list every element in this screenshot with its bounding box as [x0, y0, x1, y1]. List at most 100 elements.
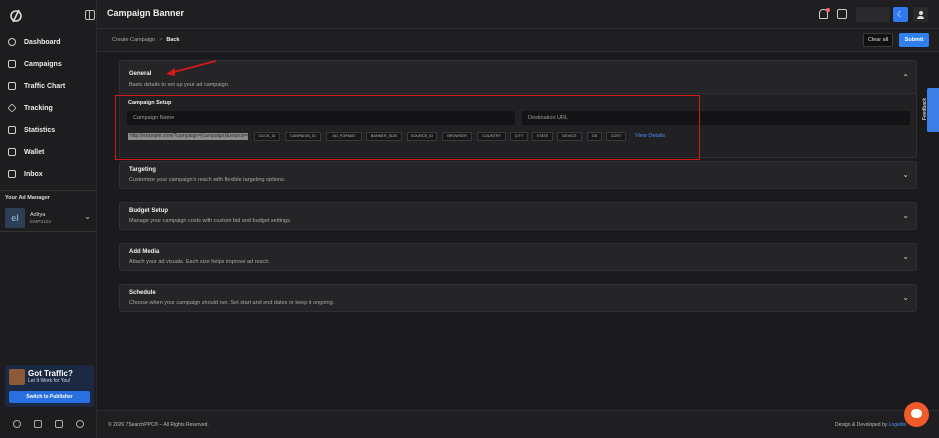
annotation-arrow-icon: [166, 60, 217, 76]
publisher-promo: Got Traffic? Let It Work for You! Switch…: [5, 365, 94, 407]
notification-dot: [826, 8, 830, 12]
feedback-label: Feedback: [921, 98, 928, 120]
add-media-section[interactable]: Add Media Attach your ad visuals. Each s…: [119, 243, 917, 271]
sidebar-item-label: Campaigns: [24, 60, 62, 68]
ad-manager-id: EMP3104: [30, 219, 52, 225]
logo-icon[interactable]: [8, 8, 24, 24]
sidebar-item-traffic-chart[interactable]: Traffic Chart: [0, 75, 96, 97]
feedback-tab[interactable]: Feedback: [922, 88, 939, 132]
phone-icon[interactable]: [12, 420, 21, 428]
chevron-down-icon[interactable]: ⌄: [902, 293, 909, 302]
user-icon[interactable]: [913, 7, 928, 22]
info-icon[interactable]: [75, 420, 84, 428]
sidebar-item-label: Dashboard: [24, 38, 61, 46]
tag-campaign-id[interactable]: CAMPAIGN_ID: [285, 132, 321, 141]
ad-manager-row[interactable]: el Aditya EMP3104 ⌄: [5, 207, 93, 229]
tag-device[interactable]: DEVICE: [557, 132, 582, 141]
balance-box[interactable]: [856, 7, 890, 22]
theme-toggle-icon[interactable]: ☾: [893, 7, 908, 22]
chat-icon[interactable]: [904, 402, 929, 427]
sidebar-item-label: Traffic Chart: [24, 82, 66, 90]
page-title: Campaign Banner: [107, 8, 185, 18]
copyright-text: © 2026 7SearchPPC® – All Rights Reserved…: [108, 422, 209, 428]
sidebar: Dashboard Campaigns Traffic Chart Tracki…: [0, 0, 97, 438]
section-description: Basic details to set up your ad campaign…: [129, 82, 230, 88]
section-title: Add Media: [129, 249, 160, 255]
tag-banner-size[interactable]: BANNER_SIZE: [366, 132, 402, 141]
campaign-icon: [8, 60, 16, 68]
campaign-setup-title: Campaign Setup: [128, 100, 172, 106]
tag-browser[interactable]: BROWSER: [442, 132, 472, 141]
credit-brand-link[interactable]: Logelite: [889, 422, 907, 428]
section-description: Customize your campaign's reach with fle…: [129, 177, 286, 183]
sidebar-nav: Dashboard Campaigns Traffic Chart Tracki…: [0, 31, 96, 185]
tag-city[interactable]: CITY: [510, 132, 528, 141]
tracking-icon: [7, 103, 17, 113]
promo-title: Got Traffic?: [28, 369, 73, 378]
sidebar-item-inbox[interactable]: Inbox: [0, 163, 96, 185]
clear-all-button[interactable]: Clear all: [863, 33, 893, 47]
sidebar-item-statistics[interactable]: Statistics: [0, 119, 96, 141]
sidebar-item-wallet[interactable]: Wallet: [0, 141, 96, 163]
breadcrumb-separator: >: [159, 37, 163, 43]
promo-subtitle: Let It Work for You!: [28, 378, 71, 384]
ad-manager-panel: Your Ad Manager el Aditya EMP3104 ⌄: [0, 190, 96, 232]
top-bar: Campaign Banner ☾: [97, 0, 939, 29]
action-bar: Create Campaign > Back Clear all Submit: [97, 29, 939, 52]
breadcrumb-parent[interactable]: Create Campaign: [112, 37, 155, 43]
wallet-icon: [8, 148, 16, 156]
sidebar-item-label: Inbox: [24, 170, 43, 178]
inbox-icon: [8, 170, 16, 178]
view-details-link[interactable]: View Details: [635, 133, 665, 139]
breadcrumb-back[interactable]: Back: [166, 37, 179, 43]
credit-text: Design & Developed by Logelite: [835, 422, 906, 428]
section-title: Budget Setup: [129, 208, 168, 214]
targeting-section[interactable]: Targeting Customize your campaign's reac…: [119, 161, 917, 189]
credit-label: Design & Developed by: [835, 422, 889, 428]
tag-country[interactable]: COUNTRY: [477, 132, 506, 141]
sidebar-footer: [0, 414, 96, 434]
mail-icon[interactable]: [33, 420, 42, 428]
section-description: Choose when your campaign should run. Se…: [129, 300, 335, 306]
campaign-setup-panel: Campaign Setup Campaign Name Destination…: [119, 93, 917, 158]
campaign-name-input[interactable]: Campaign Name: [127, 111, 515, 125]
section-description: Attach your ad visuals. Each size helps …: [129, 259, 270, 265]
sidebar-collapse-icon[interactable]: [85, 10, 95, 20]
url-template-text: http://example.com/?campaign={campaign}&…: [128, 133, 248, 140]
section-title: Schedule: [129, 290, 156, 296]
avatar: el: [5, 208, 25, 228]
budget-setup-section[interactable]: Budget Setup Manage your campaign costs …: [119, 202, 917, 230]
switch-to-publisher-button[interactable]: Switch to Publisher: [9, 391, 90, 403]
section-description: Manage your campaign costs with custom b…: [129, 218, 292, 224]
schedule-section[interactable]: Schedule Choose when your campaign shoul…: [119, 284, 917, 312]
footer: © 2026 7SearchPPC® – All Rights Reserved…: [97, 410, 939, 438]
tag-cost[interactable]: COST: [606, 132, 626, 141]
tag-os[interactable]: OS: [587, 132, 602, 141]
sidebar-item-campaigns[interactable]: Campaigns: [0, 53, 96, 75]
tag-state[interactable]: STATE: [532, 132, 553, 141]
scan-icon[interactable]: [837, 9, 847, 19]
chevron-down-icon[interactable]: ⌄: [902, 170, 909, 179]
tag-click-id[interactable]: CLICK_ID: [254, 132, 280, 141]
sidebar-item-label: Wallet: [24, 148, 45, 156]
chevron-down-icon[interactable]: ⌄: [902, 252, 909, 261]
submit-button[interactable]: Submit: [899, 33, 929, 47]
general-section[interactable]: General Basic details to set up your ad …: [119, 60, 917, 94]
tag-source-id[interactable]: SOURCE_ID: [407, 132, 437, 141]
chart-icon: [8, 82, 16, 90]
sidebar-item-dashboard[interactable]: Dashboard: [0, 31, 96, 53]
chevron-up-icon[interactable]: ⌃: [902, 73, 909, 82]
telegram-icon[interactable]: [54, 420, 63, 428]
home-icon: [8, 38, 16, 46]
statistics-icon: [8, 126, 16, 134]
chevron-down-icon[interactable]: ⌄: [902, 211, 909, 220]
promo-image: [9, 369, 25, 385]
sidebar-item-label: Statistics: [24, 126, 56, 134]
breadcrumb: Create Campaign > Back: [112, 37, 179, 43]
destination-url-input[interactable]: Destination URL: [522, 111, 910, 125]
chevron-down-icon[interactable]: ⌄: [84, 212, 91, 221]
tag-ad-format[interactable]: AD_FORMAT: [326, 132, 362, 141]
sidebar-item-tracking[interactable]: Tracking: [0, 97, 96, 119]
sidebar-item-label: Tracking: [24, 104, 53, 112]
ad-manager-title: Your Ad Manager: [5, 195, 50, 201]
